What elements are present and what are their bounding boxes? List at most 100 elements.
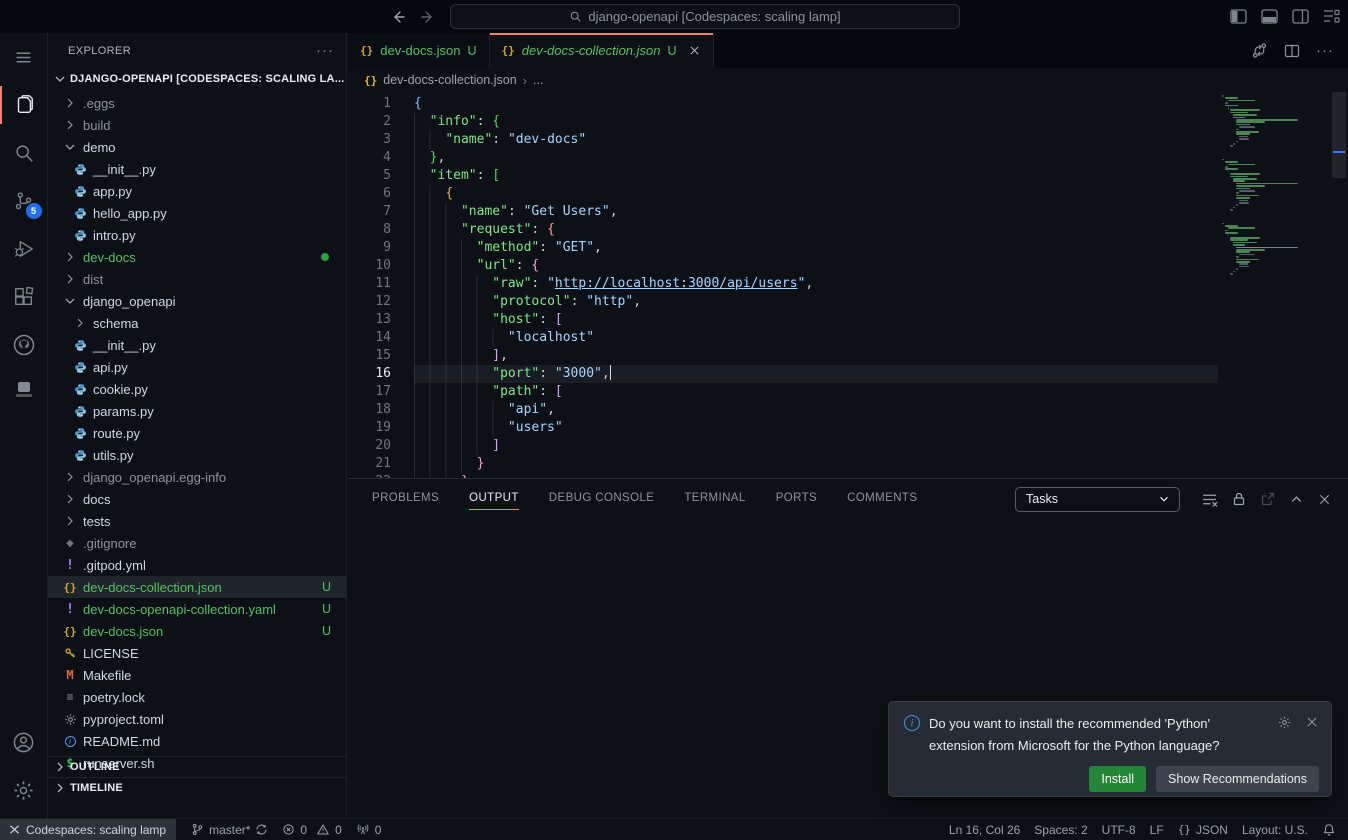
ports-indicator[interactable]: 0 (349, 819, 389, 840)
code-line[interactable]: 5 "item": [ (348, 167, 1218, 185)
keyboard-layout[interactable]: Layout: U.S. (1235, 819, 1315, 840)
settings-gear-icon[interactable] (0, 766, 48, 814)
editor-scrollbar[interactable] (1330, 92, 1348, 478)
tree-item[interactable]: django_openapi (48, 290, 346, 312)
editor-tab[interactable]: {}dev-docs-collection.jsonU (490, 33, 714, 68)
toggle-panel-icon[interactable] (1260, 8, 1278, 26)
code-line[interactable]: 11 "raw": "http://localhost:3000/api/use… (348, 275, 1218, 293)
tree-item[interactable]: params.py (48, 400, 346, 422)
branch-indicator[interactable]: master* (184, 819, 275, 840)
tree-item[interactable]: route.py (48, 422, 346, 444)
panel-tab-comments[interactable]: COMMENTS (847, 488, 917, 510)
code-line[interactable]: 18 "api", (348, 401, 1218, 419)
timeline-section-header[interactable]: TIMELINE (48, 777, 346, 798)
install-button[interactable]: Install (1089, 766, 1146, 792)
tree-item[interactable]: ◆.gitignore (48, 532, 346, 554)
sidebar-item-extension-devdocs[interactable] (0, 369, 48, 409)
code-line[interactable]: 8 "request": { (348, 221, 1218, 239)
clear-output-icon[interactable] (1201, 491, 1218, 508)
code-line[interactable]: 20 ] (348, 437, 1218, 455)
indentation[interactable]: Spaces: 2 (1027, 819, 1094, 840)
remote-indicator[interactable]: Codespaces: scaling lamp (0, 819, 176, 840)
code-line[interactable]: 9 "method": "GET", (348, 239, 1218, 257)
minimap[interactable] (1218, 92, 1330, 478)
panel-tab-terminal[interactable]: TERMINAL (684, 488, 745, 510)
open-changes-icon[interactable] (1251, 42, 1268, 59)
code-editor[interactable]: 1{2 "info": {3 "name": "dev-docs"4 },5 "… (348, 92, 1348, 478)
workspace-section-header[interactable]: DJANGO-OPENAPI [CODESPACES: SCALING LA..… (48, 68, 346, 90)
sidebar-item-explorer[interactable] (0, 81, 48, 129)
panel-tab-problems[interactable]: PROBLEMS (372, 488, 439, 510)
notification-settings-gear-icon[interactable] (1277, 715, 1292, 730)
problems-indicator[interactable]: 0 0 (275, 819, 348, 840)
code-line[interactable]: 7 "name": "Get Users", (348, 203, 1218, 221)
command-center-search[interactable]: django-openapi [Codespaces: scaling lamp… (450, 4, 960, 29)
sidebar-item-source-control[interactable]: 5 (0, 177, 48, 225)
tree-item[interactable]: __init__.py (48, 158, 346, 180)
panel-tab-debug-console[interactable]: DEBUG CONSOLE (549, 488, 655, 510)
tree-item[interactable]: dist (48, 268, 346, 290)
sidebar-item-extensions[interactable] (0, 273, 48, 321)
account-icon[interactable] (0, 718, 48, 766)
code-line[interactable]: 10 "url": { (348, 257, 1218, 275)
code-line[interactable]: 17 "path": [ (348, 383, 1218, 401)
code-line[interactable]: 12 "protocol": "http", (348, 293, 1218, 311)
outline-section-header[interactable]: OUTLINE (48, 756, 346, 777)
tree-item[interactable]: iREADME.md (48, 730, 346, 752)
tree-item[interactable]: ≡poetry.lock (48, 686, 346, 708)
tree-item[interactable]: schema (48, 312, 346, 334)
toggle-secondary-sidebar-icon[interactable] (1291, 8, 1309, 26)
code-line[interactable]: 4 }, (348, 149, 1218, 167)
tree-item[interactable]: utils.py (48, 444, 346, 466)
tree-item[interactable]: {}dev-docs.jsonU (48, 620, 346, 642)
tree-item[interactable]: __init__.py (48, 334, 346, 356)
tree-item[interactable]: !.gitpod.yml (48, 554, 346, 576)
breadcrumb[interactable]: {} dev-docs-collection.json › ... (348, 68, 1348, 92)
close-icon[interactable] (688, 44, 701, 57)
sidebar-item-run-debug[interactable] (0, 225, 48, 273)
tree-item[interactable]: tests (48, 510, 346, 532)
more-actions-icon[interactable]: ··· (1316, 42, 1334, 59)
show-recommendations-button[interactable]: Show Recommendations (1156, 766, 1319, 792)
code-line[interactable]: 3 "name": "dev-docs" (348, 131, 1218, 149)
lock-output-icon[interactable] (1231, 491, 1247, 507)
code-line[interactable]: 16 "port": "3000", (348, 365, 1218, 383)
customize-layout-icon[interactable] (1322, 8, 1340, 26)
code-line[interactable]: 15 ], (348, 347, 1218, 365)
code-line[interactable]: 6 { (348, 185, 1218, 203)
forward-arrow-icon[interactable] (420, 9, 436, 25)
scrollbar-thumb[interactable] (1332, 92, 1346, 178)
panel-tab-output[interactable]: OUTPUT (469, 488, 519, 510)
code-line[interactable]: 14 "localhost" (348, 329, 1218, 347)
notification-close-icon[interactable] (1305, 715, 1319, 729)
sidebar-item-github[interactable] (0, 321, 48, 369)
code-line[interactable]: 1{ (348, 95, 1218, 113)
code-line[interactable]: 19 "users" (348, 419, 1218, 437)
code-line[interactable]: 2 "info": { (348, 113, 1218, 131)
close-panel-icon[interactable] (1317, 492, 1332, 507)
tree-item[interactable]: !dev-docs-openapi-collection.yamlU (48, 598, 346, 620)
panel-tab-ports[interactable]: PORTS (776, 488, 817, 510)
tree-item[interactable]: .eggs (48, 92, 346, 114)
code-line[interactable]: 21 } (348, 455, 1218, 473)
tree-item[interactable]: build (48, 114, 346, 136)
tree-item[interactable]: django_openapi.egg-info (48, 466, 346, 488)
menu-icon[interactable] (0, 33, 48, 81)
language-mode[interactable]: {} JSON (1171, 819, 1235, 840)
sidebar-item-search[interactable] (0, 129, 48, 177)
code-line[interactable]: 13 "host": [ (348, 311, 1218, 329)
tree-item[interactable]: cookie.py (48, 378, 346, 400)
toggle-sidebar-icon[interactable] (1229, 8, 1247, 26)
back-arrow-icon[interactable] (390, 9, 406, 25)
encoding[interactable]: UTF-8 (1095, 819, 1143, 840)
tree-item[interactable]: docs (48, 488, 346, 510)
cursor-position[interactable]: Ln 16, Col 26 (942, 819, 1027, 840)
tree-item[interactable]: dev-docs (48, 246, 346, 268)
editor-tab[interactable]: {}dev-docs.jsonU (348, 33, 490, 68)
notifications-bell-icon[interactable] (1315, 819, 1348, 840)
tree-item[interactable]: hello_app.py (48, 202, 346, 224)
split-editor-icon[interactable] (1284, 43, 1300, 59)
tree-item[interactable]: LICENSE (48, 642, 346, 664)
maximize-panel-icon[interactable] (1289, 492, 1304, 507)
tree-item[interactable]: api.py (48, 356, 346, 378)
